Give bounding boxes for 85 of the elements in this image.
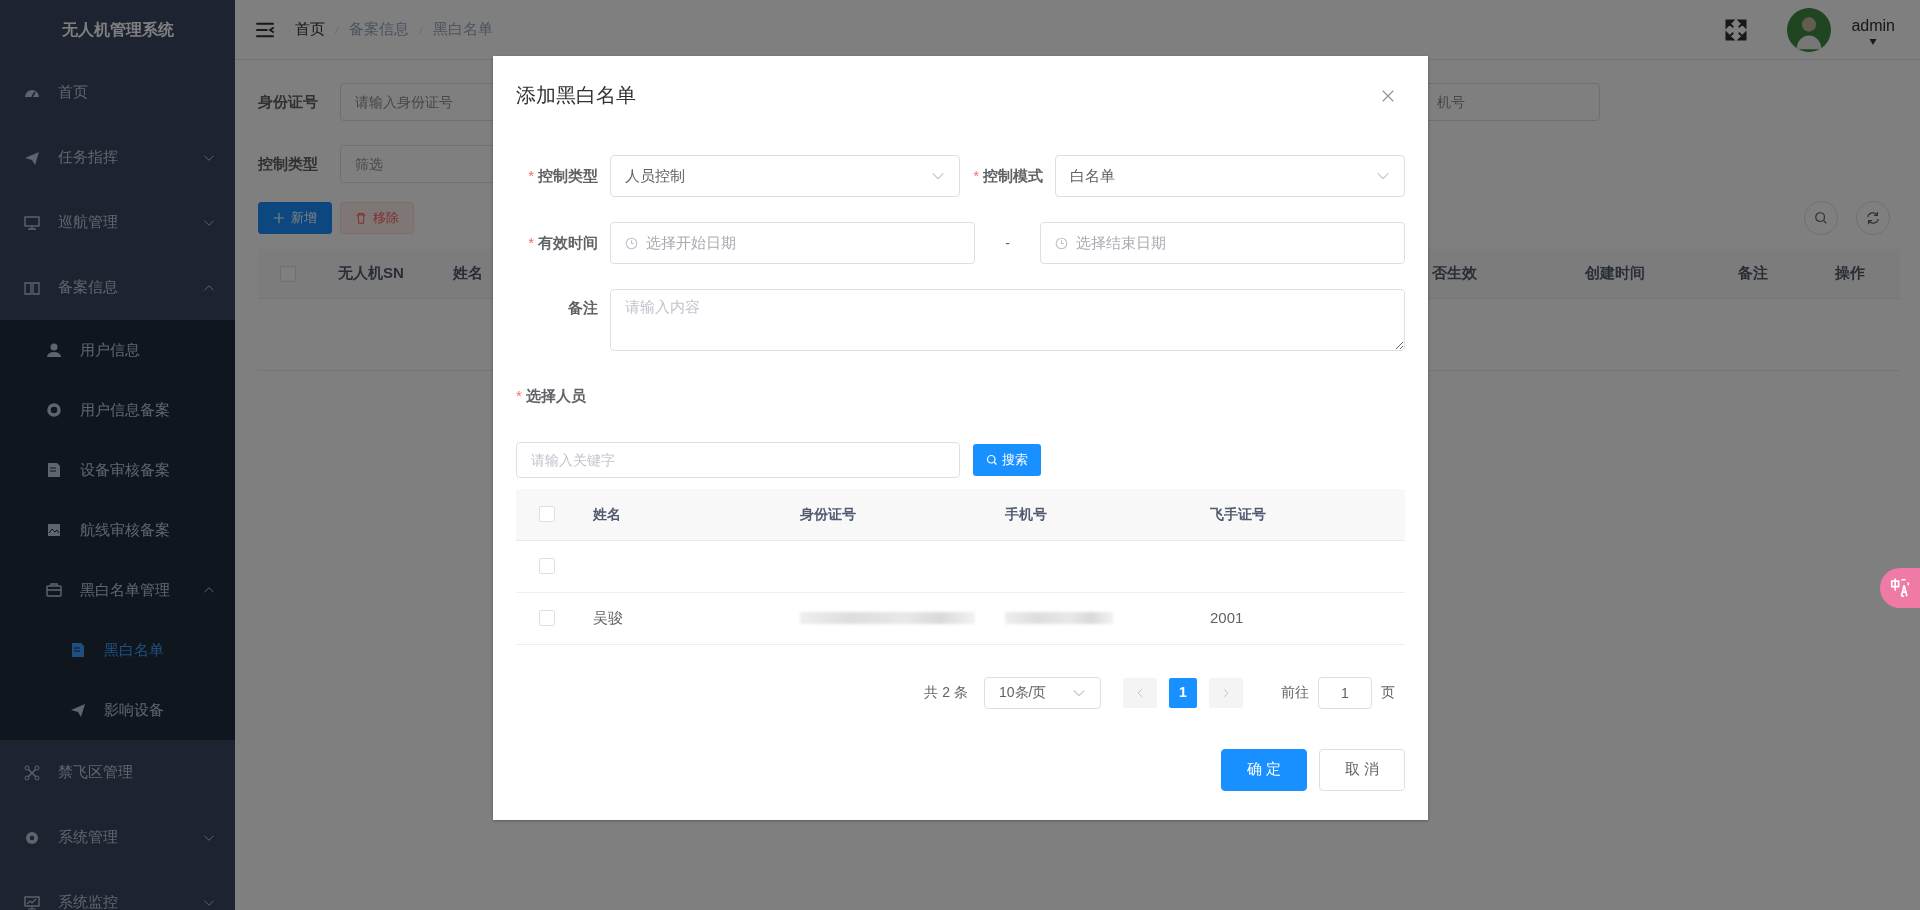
sidebar-item[interactable]: 备案信息 [0, 255, 235, 320]
column-header: 创建时间 [1585, 263, 1646, 284]
column-header: 无人机SN [338, 263, 405, 284]
remark-field[interactable]: 请输入内容 [610, 289, 1405, 351]
avatar [1787, 7, 1832, 52]
chevron-left-icon [1135, 687, 1145, 698]
column-header: 姓名 [453, 263, 484, 284]
remove-button[interactable]: 移除 [340, 202, 414, 234]
plus-icon [273, 212, 285, 224]
end-date-field[interactable]: 选择结束日期 [1040, 222, 1405, 264]
sidebar-item[interactable]: 系统管理 [0, 805, 235, 870]
confirm-button[interactable]: 确 定 [1221, 748, 1307, 791]
sidebar-item[interactable]: 系统监控 [0, 870, 235, 910]
control-mode-select[interactable]: 白名单 [1055, 155, 1405, 197]
form-label: * 有效时间 [527, 232, 599, 253]
lifebuoy-icon [46, 402, 62, 418]
search-button[interactable] [1804, 201, 1838, 235]
total-count: 共 2 条 [924, 683, 968, 702]
column-header: 姓名 [593, 504, 622, 524]
column-header: 操作 [1835, 263, 1866, 284]
fullscreen-icon[interactable] [1725, 18, 1748, 41]
control-type-select[interactable]: 人员控制 [610, 155, 960, 197]
column-header: 备注 [1738, 263, 1769, 284]
goto-label: 前往 [1281, 683, 1309, 702]
trash-icon [355, 212, 367, 224]
book-icon [24, 279, 40, 296]
search-icon [1814, 211, 1828, 225]
clock-icon [625, 236, 638, 250]
monitor-chart-icon [24, 894, 40, 910]
start-date-field[interactable]: 选择开始日期 [610, 222, 975, 264]
sidebar-item[interactable]: 用户信息备案 [0, 380, 235, 440]
paper-plane-icon [70, 702, 86, 718]
briefcase-icon [46, 582, 62, 598]
search-button[interactable]: 搜索 [973, 443, 1041, 476]
range-separator: - [1004, 233, 1011, 253]
user-name[interactable]: admin [1851, 13, 1895, 38]
column-header: 飞手证号 [1210, 504, 1267, 524]
gear-icon [24, 829, 40, 846]
document-icon [46, 462, 62, 478]
table-cell-text: 吴骏 [593, 607, 624, 628]
page-size-select[interactable]: 10条/页 [984, 676, 1101, 709]
row-checkbox[interactable] [539, 610, 555, 626]
clock-icon [1055, 236, 1068, 250]
refresh-icon [1866, 211, 1880, 225]
sidebar-item[interactable]: 巡航管理 [0, 190, 235, 255]
paper-plane-icon [24, 149, 40, 166]
page-unit-label: 页 [1381, 683, 1395, 702]
breadcrumb-link[interactable]: 首页 [295, 18, 325, 41]
sidebar-item[interactable]: 禁飞区管理 [0, 740, 235, 805]
app-title: 无人机管理系统 [60, 20, 175, 40]
column-header: 身份证号 [800, 504, 857, 524]
image-icon [46, 522, 62, 538]
filter-label: 身份证号 [258, 91, 319, 112]
document-icon [70, 642, 86, 658]
keyword-field[interactable]: 请输入关键字 [516, 441, 960, 478]
user-icon [46, 342, 62, 358]
refresh-button[interactable] [1856, 201, 1890, 235]
sidebar-item[interactable]: 黑白名单 [0, 620, 235, 680]
page-button[interactable]: 1 [1169, 677, 1197, 708]
page-jump-field[interactable]: 1 [1318, 676, 1372, 709]
row-checkbox[interactable] [539, 558, 555, 574]
table-cell-text: 2001 [1210, 607, 1244, 628]
monitor-icon [24, 214, 40, 231]
sidebar-item[interactable]: 任务指挥 [0, 125, 235, 190]
column-header: 否生效 [1432, 263, 1478, 284]
search-icon [986, 453, 998, 466]
sidebar-item[interactable]: 首页 [0, 60, 235, 125]
filter-label: 控制类型 [258, 153, 319, 174]
form-label: * 选择人员 [516, 386, 587, 406]
add-button[interactable]: 新增 [258, 202, 332, 234]
chevron-right-icon [1221, 687, 1231, 698]
form-label: * 控制模式 [972, 165, 1044, 186]
sidebar-item[interactable]: 设备审核备案 [0, 440, 235, 500]
column-header: 手机号 [1005, 504, 1048, 524]
select-all-checkbox[interactable] [539, 506, 555, 522]
form-label: 备注 [567, 298, 599, 318]
sidebar-item[interactable]: 用户信息 [0, 320, 235, 380]
drone-icon [24, 764, 40, 781]
sidebar-item[interactable]: 航线审核备案 [0, 500, 235, 560]
cancel-button[interactable]: 取 消 [1319, 748, 1405, 791]
caret-down-icon[interactable] [1868, 37, 1879, 46]
close-icon [1381, 88, 1395, 103]
sidebar-item[interactable]: 影响设备 [0, 680, 235, 740]
translate-icon[interactable] [1889, 577, 1911, 600]
sidebar-item[interactable]: 黑白名单管理 [0, 560, 235, 620]
